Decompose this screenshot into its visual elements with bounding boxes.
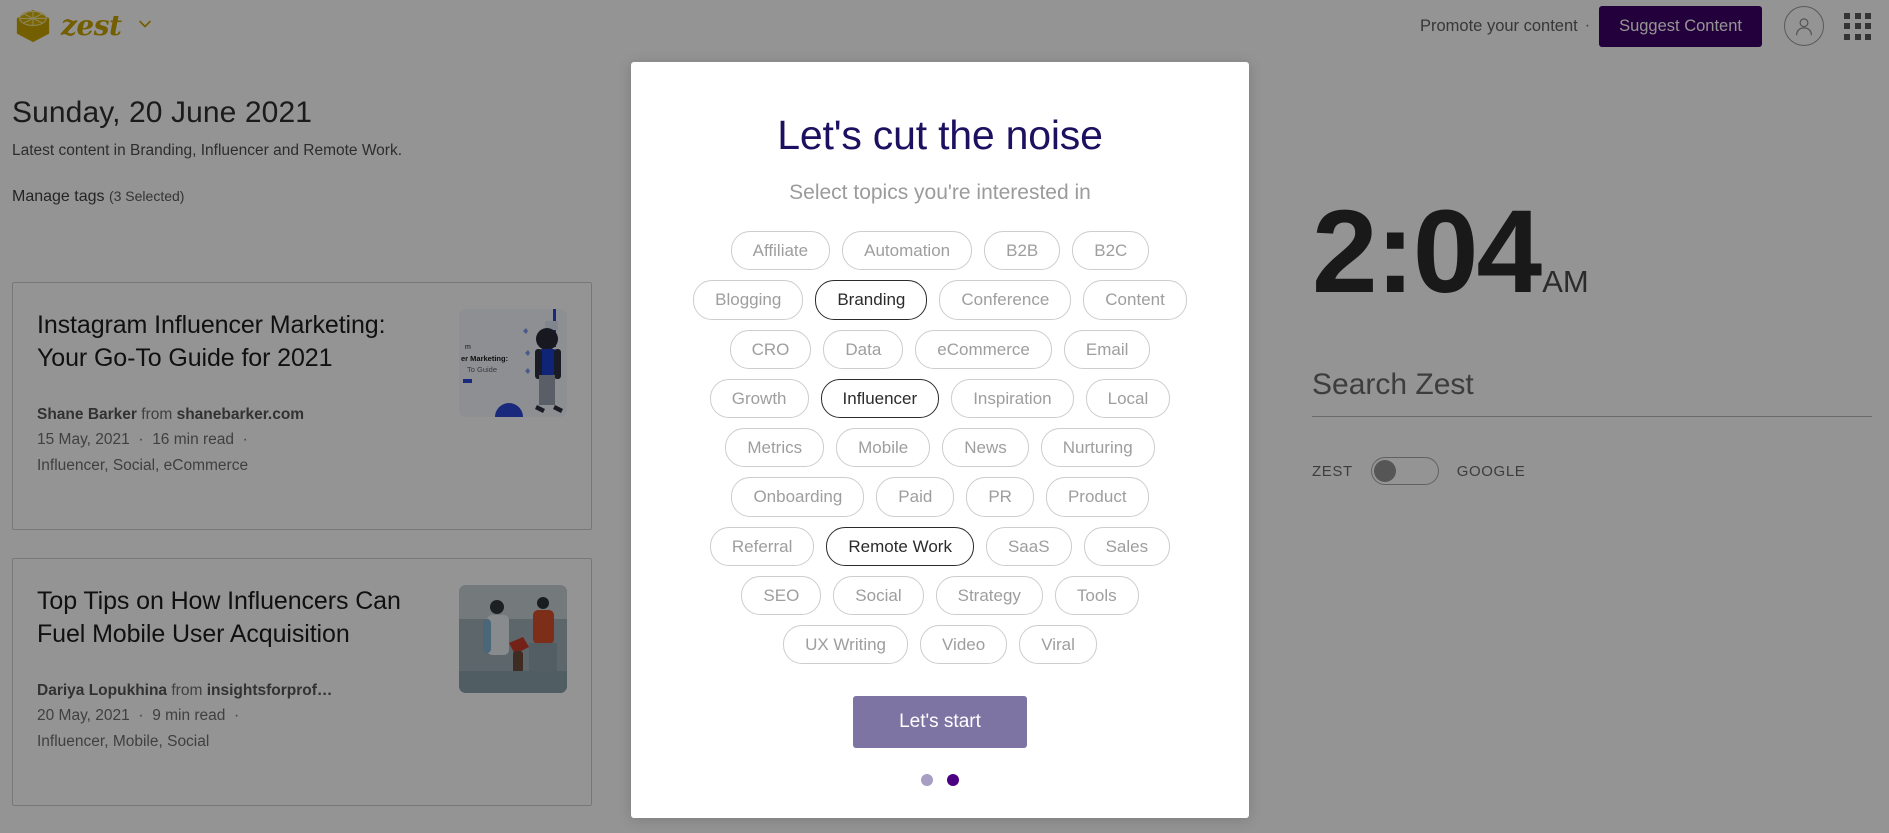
- topic-chip-row: Metrics Mobile News Nurturing: [725, 428, 1155, 468]
- topic-chip[interactable]: B2B: [984, 231, 1061, 271]
- topic-chip[interactable]: Paid: [876, 477, 955, 517]
- topic-chip[interactable]: Onboarding: [731, 477, 865, 517]
- topic-chip-row: Growth Influencer Inspiration Local: [709, 378, 1171, 418]
- topic-chip[interactable]: Mobile: [836, 428, 931, 468]
- topic-chip-row: Referral Remote Work SaaS Sales: [709, 526, 1171, 566]
- topic-chip[interactable]: Content: [1083, 280, 1187, 320]
- topic-chip[interactable]: CRO: [729, 329, 812, 369]
- topic-chip[interactable]: Influencer: [820, 378, 940, 418]
- topic-chip-row: Onboarding Paid PR Product: [731, 477, 1149, 517]
- topic-chip[interactable]: Data: [823, 329, 904, 369]
- topic-chip[interactable]: Affiliate: [730, 231, 831, 271]
- topic-chip-row: SEO Social Strategy Tools: [741, 575, 1139, 615]
- pagination-dot[interactable]: [947, 774, 959, 787]
- topic-chip[interactable]: Viral: [1019, 625, 1097, 665]
- topic-chip[interactable]: Email: [1063, 329, 1151, 369]
- topic-chip-row: Affiliate Automation B2B B2C: [730, 231, 1150, 271]
- topic-chip[interactable]: PR: [966, 477, 1034, 517]
- topic-chip[interactable]: Nurturing: [1040, 428, 1155, 468]
- modal-pagination-dots: [921, 774, 959, 787]
- topic-chip-row: CRO Data eCommerce Email: [729, 329, 1151, 369]
- topic-chip-row: Blogging Branding Conference Content: [693, 280, 1187, 320]
- topic-selection-modal: Let's cut the noise Select topics you're…: [631, 62, 1249, 818]
- topic-chip-list: Affiliate Automation B2B B2C Blogging Brandin…: [649, 231, 1231, 665]
- topic-chip[interactable]: SEO: [741, 575, 822, 615]
- topic-chip-row: UX Writing Video Viral: [783, 625, 1097, 665]
- modal-title: Let's cut the noise: [777, 112, 1103, 158]
- topic-chip[interactable]: News: [942, 428, 1029, 468]
- topic-chip[interactable]: Tools: [1054, 575, 1139, 615]
- topic-chip[interactable]: Conference: [939, 280, 1072, 320]
- topic-chip[interactable]: Remote Work: [826, 526, 974, 566]
- topic-chip[interactable]: Local: [1085, 378, 1171, 418]
- topic-chip[interactable]: SaaS: [985, 526, 1072, 566]
- topic-chip[interactable]: Branding: [815, 280, 928, 320]
- topic-chip[interactable]: Video: [920, 625, 1008, 665]
- topic-chip[interactable]: Referral: [709, 526, 815, 566]
- lets-start-button[interactable]: Let's start: [853, 696, 1027, 749]
- topic-chip[interactable]: Social: [833, 575, 924, 615]
- topic-chip[interactable]: Automation: [842, 231, 973, 271]
- modal-subtitle: Select topics you're interested in: [789, 181, 1091, 204]
- topic-chip[interactable]: Product: [1045, 477, 1149, 517]
- topic-chip[interactable]: Blogging: [693, 280, 804, 320]
- topic-chip[interactable]: Sales: [1083, 526, 1171, 566]
- topic-chip[interactable]: Strategy: [935, 575, 1043, 615]
- topic-chip[interactable]: B2C: [1072, 231, 1150, 271]
- topic-chip[interactable]: Growth: [709, 378, 809, 418]
- topic-chip[interactable]: Inspiration: [951, 378, 1074, 418]
- pagination-dot[interactable]: [921, 774, 933, 787]
- topic-chip[interactable]: UX Writing: [783, 625, 909, 665]
- topic-chip[interactable]: Metrics: [725, 428, 825, 468]
- topic-chip[interactable]: eCommerce: [915, 329, 1052, 369]
